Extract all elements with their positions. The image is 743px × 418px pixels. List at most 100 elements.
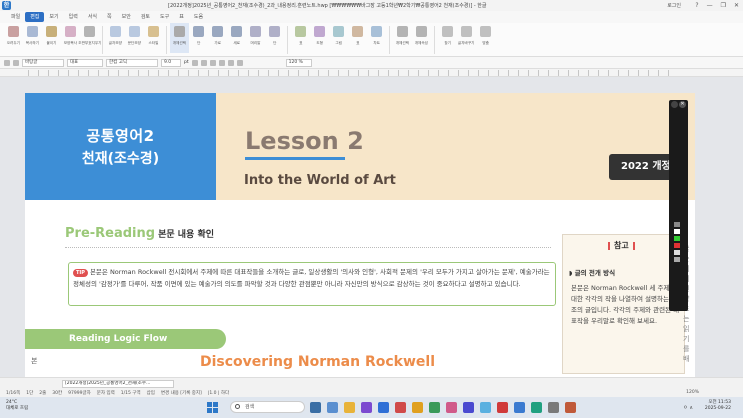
align-right-icon[interactable] — [236, 59, 243, 66]
taskbar-app-icon[interactable] — [327, 402, 338, 413]
menu-item[interactable]: 도움 — [189, 12, 208, 22]
ribbon-button[interactable]: 모양복사 — [61, 23, 80, 53]
ribbon-button[interactable]: 개체선택 — [170, 23, 189, 53]
login-button[interactable]: 로그인 — [667, 2, 681, 9]
weather-widget[interactable]: 24°C 대체로 흐림 — [6, 400, 28, 412]
underline-icon[interactable] — [209, 59, 216, 66]
ribbon-button[interactable]: 차트 — [367, 23, 386, 53]
language-select[interactable]: 대표 — [67, 58, 103, 67]
ribbon-button[interactable]: 글자모양 — [106, 23, 125, 53]
pen-tool-icon[interactable] — [674, 222, 680, 227]
font-size-input[interactable]: 9.0 — [161, 58, 181, 67]
ribbon-button[interactable]: 글자바꾸기 — [457, 23, 476, 53]
menu-item[interactable]: 보안 — [117, 12, 136, 22]
window-controls: ? — ❐ ✕ — [695, 0, 739, 11]
taskbar-app-icon[interactable] — [514, 402, 525, 413]
section-title: Discovering Norman Rockwell — [200, 354, 436, 370]
menu-item[interactable]: 보기 — [44, 12, 63, 22]
start-button[interactable] — [207, 402, 218, 413]
taskbar-app-icon[interactable] — [310, 402, 321, 413]
taskbar-app-icon[interactable] — [497, 402, 508, 413]
undo-icon[interactable] — [4, 59, 10, 66]
menu-item[interactable]: 파일 — [6, 12, 25, 22]
pen-settings-icon[interactable] — [671, 101, 678, 108]
ribbon-button[interactable]: 개체선택 — [393, 23, 412, 53]
horizontal-ruler[interactable] — [0, 69, 743, 77]
align-left-icon[interactable] — [218, 59, 225, 66]
taskbar-app-icon[interactable] — [429, 402, 440, 413]
taskbar-app-icon[interactable] — [361, 402, 372, 413]
ribbon-button[interactable]: 단 — [189, 23, 208, 53]
ribbon-button[interactable]: 스타일 — [144, 23, 163, 53]
ribbon-button[interactable]: 세로 — [227, 23, 246, 53]
taskbar-app-icon[interactable] — [446, 402, 457, 413]
ribbon-button-icon — [174, 26, 185, 37]
ribbon-button[interactable]: 붙이기 — [42, 23, 61, 53]
pen-swatch-red[interactable] — [674, 243, 680, 248]
menu-item[interactable]: 표 — [174, 12, 189, 22]
taskbar-app-icon[interactable] — [378, 402, 389, 413]
ruler-ticks — [28, 70, 678, 76]
clock[interactable]: 오전 11:53 2025-09-22 — [705, 400, 731, 412]
ribbon-button[interactable]: 오려두기 — [4, 23, 23, 53]
ribbon-button[interactable]: 조판부호지우기 — [78, 23, 101, 53]
menu-item[interactable]: 입력 — [64, 12, 83, 22]
ribbon-button-icon — [371, 26, 382, 37]
ribbon-button[interactable]: 표 — [291, 23, 310, 53]
system-tray[interactable]: ㅇ ∧ — [683, 404, 693, 411]
ribbon-button[interactable]: 머리말 — [246, 23, 265, 53]
ribbon-button[interactable]: 맞춤 — [476, 23, 495, 53]
pen-swatch-white[interactable] — [674, 229, 680, 234]
pen-floating-toolbar[interactable]: ✕ — [669, 100, 688, 311]
pen-tools — [674, 222, 682, 292]
maximize-icon[interactable]: ❐ — [721, 2, 726, 9]
align-center-icon[interactable] — [227, 59, 234, 66]
zoom-select[interactable]: 120 % — [285, 58, 312, 67]
ribbon-button[interactable]: 문단모양 — [125, 23, 144, 53]
ribbon-button[interactable]: 가로 — [208, 23, 227, 53]
status-item: 1단 — [26, 391, 34, 396]
ribbon-button-icon — [27, 26, 38, 37]
menu-item[interactable]: 서식 — [83, 12, 102, 22]
menu-item[interactable]: 쪽 — [102, 12, 117, 22]
document-area[interactable]: 공통영어2 천재(조수경) Lesson 2 Into the World of… — [0, 77, 743, 377]
zoom-level[interactable]: 120% — [686, 390, 699, 395]
taskbar-app-icon[interactable] — [412, 402, 423, 413]
bold-icon[interactable] — [191, 59, 198, 66]
eraser-icon[interactable] — [674, 250, 680, 255]
ribbon-button[interactable]: 개체속성 — [412, 23, 431, 53]
document-page[interactable]: 공통영어2 천재(조수경) Lesson 2 Into the World of… — [25, 93, 695, 377]
taskbar-app-icon[interactable] — [480, 402, 491, 413]
document-tab[interactable]: [2022개정]2025년_공통영어2_천재(조수... — [62, 380, 174, 388]
hwp-app-icon[interactable]: 한 — [2, 1, 11, 10]
taskbar-app-icon[interactable] — [395, 402, 406, 413]
tip-text: 본문은 Norman Rockwell 전시회에서 주제에 따른 대표작들을 소… — [73, 268, 550, 288]
minimize-icon[interactable]: — — [707, 2, 713, 9]
ribbon-button[interactable]: 단 — [265, 23, 284, 53]
taskbar-app-icon[interactable] — [531, 402, 542, 413]
style-select[interactable]: 바탕글 — [22, 58, 64, 67]
taskbar-search[interactable]: 검색 — [230, 401, 305, 413]
taskbar-app-icon[interactable] — [565, 402, 576, 413]
close-icon[interactable]: ✕ — [734, 2, 739, 9]
pen-undo-icon[interactable] — [674, 257, 680, 262]
ribbon-button[interactable]: 복사하기 — [23, 23, 42, 53]
ribbon-button[interactable]: 찾기 — [438, 23, 457, 53]
ribbon-button[interactable]: 표 — [348, 23, 367, 53]
font-select[interactable]: 한컴 고딕 — [106, 58, 158, 67]
italic-icon[interactable] — [200, 59, 207, 66]
menu-item[interactable]: 검토 — [136, 12, 155, 22]
taskbar-app-icon[interactable] — [344, 402, 355, 413]
menu-item[interactable]: 도구 — [155, 12, 174, 22]
ribbon-button[interactable]: 도형 — [310, 23, 329, 53]
ribbon-button-label: 도형 — [316, 40, 323, 45]
ribbon-button[interactable]: 그림 — [329, 23, 348, 53]
taskbar-app-icon[interactable] — [548, 402, 559, 413]
redo-icon[interactable] — [13, 59, 19, 66]
taskbar-app-icon[interactable] — [463, 402, 474, 413]
pen-swatch-green[interactable] — [674, 236, 680, 241]
menu-item[interactable]: 편집 — [25, 12, 45, 22]
ribbon-button-label: 복사하기 — [25, 40, 40, 45]
pen-close-icon[interactable]: ✕ — [679, 101, 686, 108]
help-icon[interactable]: ? — [695, 2, 698, 9]
